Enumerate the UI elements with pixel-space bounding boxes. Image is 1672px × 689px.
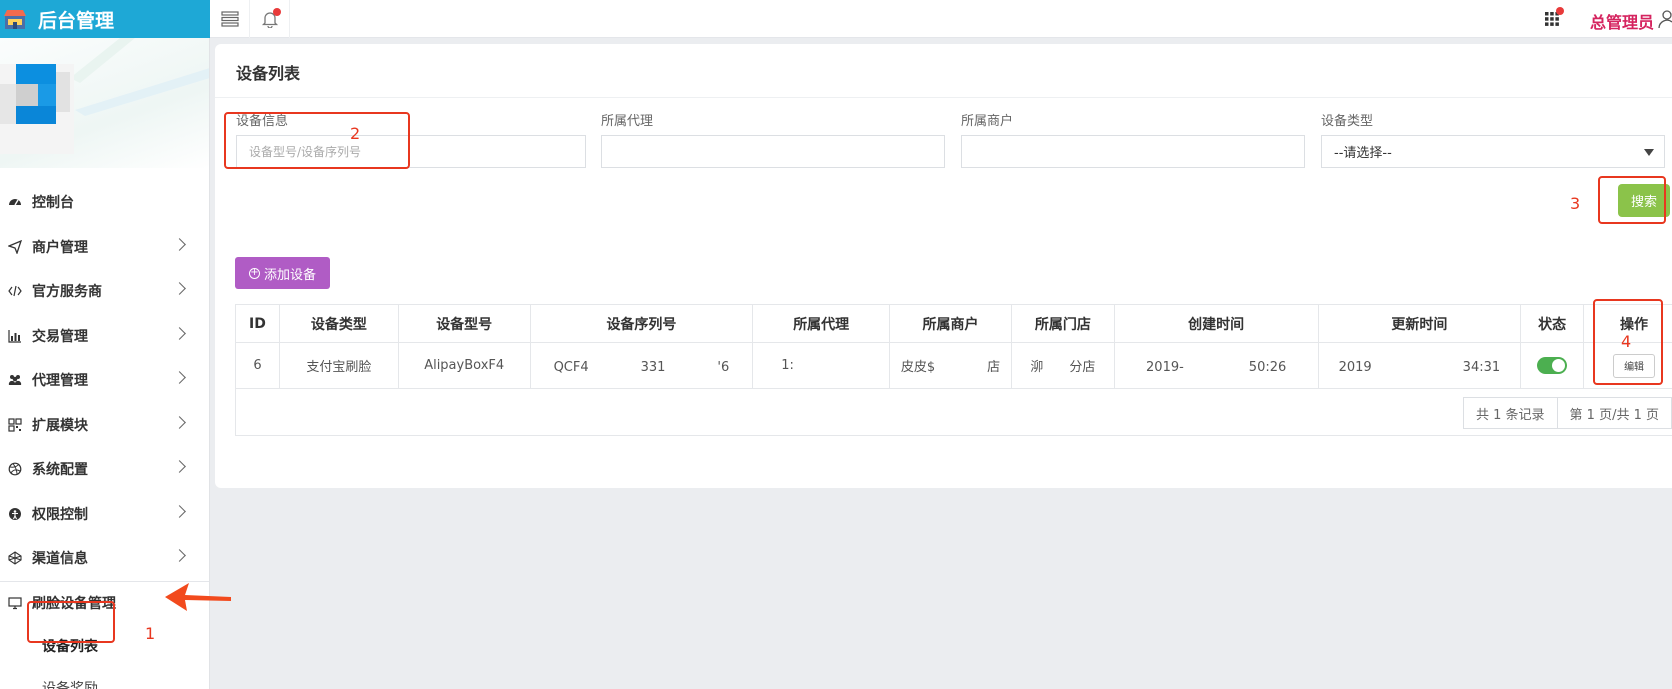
header-cell: 所属商户 — [890, 305, 1012, 342]
users-icon — [8, 373, 22, 387]
menu-toggle-button[interactable] — [210, 0, 250, 38]
notification-button[interactable] — [250, 0, 290, 38]
cell-serial: QCF4 331 '6 — [531, 343, 754, 388]
header-cell: 更新时间 — [1319, 305, 1522, 342]
chevron-right-icon — [173, 504, 186, 518]
store-logo-icon — [4, 8, 26, 30]
agent-label: 所属代理 — [601, 114, 654, 129]
sidebar-item-system-config[interactable]: 系统配置 — [0, 447, 209, 492]
annotation-number-1: 1 — [145, 624, 156, 643]
divider — [215, 97, 1672, 98]
monitor-icon — [8, 596, 22, 610]
agent-input[interactable] — [601, 135, 945, 168]
apps-button[interactable] — [1532, 0, 1572, 38]
annotation-number-2: 2 — [350, 124, 361, 143]
device-table: ID 设备类型 设备型号 设备序列号 所属代理 所属商户 所属门店 创建时间 更… — [235, 304, 1672, 436]
cell-status — [1521, 343, 1585, 388]
annotation-box-1 — [27, 601, 115, 643]
pager-page: 第 1 页/共 1 页 — [1556, 398, 1671, 428]
annotation-number-3: 3 — [1570, 194, 1581, 213]
chevron-right-icon — [173, 460, 186, 473]
sidebar-item-permissions[interactable]: 权限控制 — [0, 492, 209, 537]
sidebar-item-transactions[interactable]: 交易管理 — [0, 314, 209, 359]
merchant-label: 所属商户 — [961, 114, 1014, 129]
add-device-button[interactable]: + 添加设备 — [235, 257, 330, 289]
chevron-right-icon — [173, 282, 186, 295]
sidebar-item-label: 权限控制 — [32, 506, 88, 523]
sidebar-item-dashboard[interactable]: 控制台 — [0, 180, 209, 225]
cell-id: 6 — [236, 343, 280, 388]
annotation-number-4: 4 — [1621, 332, 1632, 351]
caret-down-icon — [1644, 149, 1654, 156]
sidebar-item-label: 商户管理 — [32, 239, 88, 256]
header-cell: 创建时间 — [1115, 305, 1319, 342]
app-root: 后台管理 总管理员 控制台 商户管理 官方服务商 交易管理 代理管理 扩展模块 … — [0, 0, 1672, 689]
shield-icon — [8, 507, 22, 521]
cell-type: 支付宝刷脸 — [280, 343, 399, 388]
pager-total: 共 1 条记录 — [1476, 407, 1545, 423]
table-row: 6 支付宝刷脸 AlipayBoxF4 QCF4 331 '6 1: 皮皮$ 店… — [236, 343, 1672, 389]
pagination: 共 1 条记录 第 1 页/共 1 页 — [1463, 397, 1672, 429]
sidebar-item-label: 系统配置 — [32, 462, 88, 479]
header-cell: 设备类型 — [280, 305, 399, 342]
sidebar-item-merchant[interactable]: 商户管理 — [0, 225, 209, 270]
status-toggle[interactable] — [1537, 357, 1568, 374]
device-type-label: 设备类型 — [1321, 114, 1374, 129]
brand-bar: 后台管理 — [0, 0, 210, 38]
dribbble-icon — [8, 462, 22, 476]
notification-dot — [273, 8, 281, 16]
header-cell: 设备序列号 — [531, 305, 754, 342]
sidebar-item-label: 渠道信息 — [32, 551, 88, 568]
page-title: 设备列表 — [236, 64, 301, 83]
device-type-select[interactable]: --请选择-- — [1321, 135, 1665, 168]
annotation-box-3 — [1598, 176, 1666, 224]
cell-store: 泖 分店 — [1012, 343, 1115, 388]
sidebar-item-extensions[interactable]: 扩展模块 — [0, 403, 209, 448]
cell-created: 2019- 50:26 — [1115, 343, 1319, 388]
chevron-right-icon — [173, 326, 186, 340]
send-icon — [8, 239, 22, 254]
annotation-arrow-icon — [165, 583, 231, 611]
sidebar-item-label: 官方服务商 — [32, 284, 102, 301]
header-cell: ID — [236, 305, 280, 342]
sidebar-item-label: 控制台 — [32, 195, 74, 212]
sidebar-item-agents[interactable]: 代理管理 — [0, 358, 209, 403]
cell-model: AlipayBoxF4 — [399, 343, 531, 388]
menu-icon — [220, 11, 239, 27]
codepen-icon — [8, 551, 22, 565]
sidebar-subitem-device-rewards[interactable]: 设备奖励 — [0, 667, 209, 689]
sidebar-item-label: 交易管理 — [32, 328, 88, 345]
header-cell: 所属代理 — [753, 305, 891, 342]
sidebar-item-official-provider[interactable]: 官方服务商 — [0, 269, 209, 314]
add-device-label: 添加设备 — [263, 267, 316, 283]
avatar — [0, 64, 74, 154]
sidebar-item-label: 扩展模块 — [32, 417, 88, 434]
dashboard-icon — [8, 195, 22, 209]
plus-circle-icon: + — [248, 267, 260, 279]
device-type-selected: --请选择-- — [1334, 146, 1392, 161]
chevron-right-icon — [173, 371, 186, 384]
qrcode-icon — [8, 418, 22, 432]
chevron-right-icon — [173, 549, 186, 562]
table-header: ID 设备类型 设备型号 设备序列号 所属代理 所属商户 所属门店 创建时间 更… — [236, 305, 1672, 343]
header-cell: 所属门店 — [1012, 305, 1115, 342]
apps-badge-dot — [1556, 7, 1564, 15]
top-bar: 总管理员 — [210, 0, 1672, 38]
header-cell: 设备型号 — [399, 305, 531, 342]
main-card: 设备列表 设备信息 设备型号/设备序列号 所属代理 所属商户 设备类型 --请选… — [215, 44, 1672, 488]
user-icon[interactable] — [1658, 9, 1672, 29]
bar-chart-icon — [8, 329, 22, 343]
annotation-box-2 — [224, 112, 410, 169]
admin-name[interactable]: 总管理员 — [1590, 9, 1654, 33]
cell-merchant: 皮皮$ 店 — [890, 343, 1012, 388]
sidebar-item-label: 代理管理 — [32, 373, 88, 390]
header-cell: 状态 — [1521, 305, 1585, 342]
code-icon — [8, 284, 22, 298]
chevron-right-icon — [173, 415, 186, 429]
chevron-right-icon — [173, 237, 186, 251]
brand-title: 后台管理 — [38, 9, 115, 32]
cell-agent: 1: — [753, 343, 891, 388]
merchant-input[interactable] — [961, 135, 1305, 168]
cell-updated: 2019 34:31 — [1319, 343, 1522, 388]
